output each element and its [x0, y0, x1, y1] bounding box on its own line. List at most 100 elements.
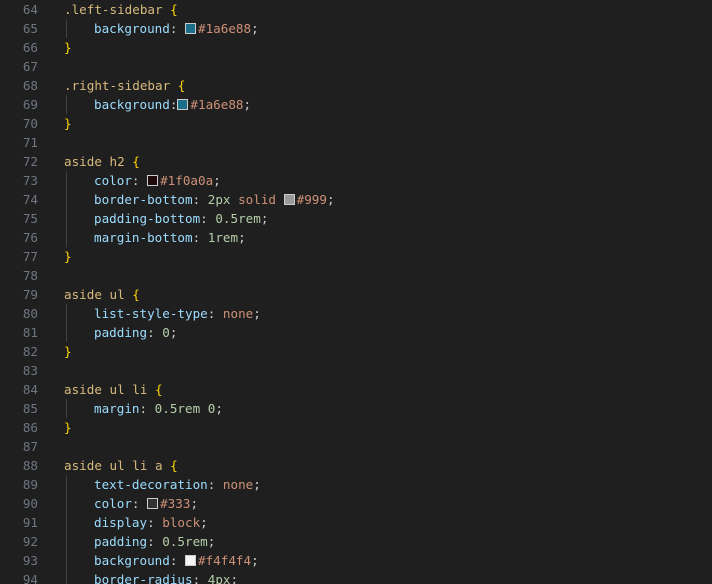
code-line[interactable]: 79 aside ul {: [0, 285, 712, 304]
code-token: :: [192, 192, 208, 207]
code-token: :: [139, 401, 155, 416]
indent-guide: [66, 399, 67, 418]
code-token: .right-sidebar: [64, 78, 178, 93]
code-line[interactable]: 77}: [0, 247, 712, 266]
indent-guide: [66, 570, 67, 584]
code-line[interactable]: 69 background: #1a6e88;: [0, 95, 712, 114]
code-lines[interactable]: 64 .left-sidebar {65 background: #1a6e88; 6…: [0, 0, 712, 584]
code-line[interactable]: 92 padding: 0.5rem;: [0, 532, 712, 551]
code-line[interactable]: 84 aside ul li {: [0, 380, 712, 399]
code-token: padding-bottom: [94, 211, 201, 226]
indent-guide: [66, 551, 67, 570]
code-line[interactable]: 80 list-style-type: none;: [0, 304, 712, 323]
code-line[interactable]: 71: [0, 133, 712, 152]
code-line[interactable]: 70}: [0, 114, 712, 133]
code-text[interactable]: .left-sidebar {: [64, 0, 178, 19]
code-token: :: [200, 211, 216, 226]
code-token: padding: [94, 325, 148, 340]
code-line[interactable]: 88 aside ul li a {: [0, 456, 712, 475]
code-text[interactable]: }: [64, 418, 72, 437]
code-line[interactable]: 66}: [0, 38, 712, 57]
code-token: block: [162, 515, 201, 530]
line-number: 91: [22, 515, 38, 530]
code-token: #f4f4f4: [198, 553, 252, 568]
code-text[interactable]: aside h2 {: [64, 152, 140, 171]
color-swatch-icon[interactable]: [283, 194, 295, 205]
code-text[interactable]: color: #333;: [94, 494, 198, 513]
line-number: 92: [22, 534, 38, 549]
code-text[interactable]: }: [64, 38, 72, 57]
code-text[interactable]: list-style-type: none;: [94, 304, 261, 323]
code-line[interactable]: 64 .left-sidebar {: [0, 0, 712, 19]
code-line[interactable]: 76 margin-bottom: 1rem;: [0, 228, 712, 247]
code-token: none: [222, 477, 254, 492]
code-text[interactable]: }: [64, 114, 72, 133]
code-line[interactable]: 89 text-decoration: none;: [0, 475, 712, 494]
code-token: 4px: [207, 572, 231, 584]
code-line[interactable]: 93 background: #f4f4f4;: [0, 551, 712, 570]
code-text[interactable]: display: block;: [94, 513, 208, 532]
code-text[interactable]: }: [64, 342, 72, 361]
code-line[interactable]: 83: [0, 361, 712, 380]
line-number: 83: [22, 363, 38, 378]
line-number: 90: [22, 496, 38, 511]
indent-guide: [66, 190, 67, 209]
color-swatch-icon[interactable]: [185, 555, 196, 566]
code-text[interactable]: .right-sidebar {: [64, 76, 185, 95]
code-line[interactable]: 82}: [0, 342, 712, 361]
color-swatch-icon[interactable]: [147, 498, 159, 509]
code-token: color: [94, 173, 132, 188]
code-text[interactable]: padding: 0;: [94, 323, 177, 342]
code-token: :: [147, 534, 163, 549]
code-editor[interactable]: 64 .left-sidebar {65 background: #1a6e88; 6…: [0, 0, 712, 584]
code-line[interactable]: 94 border-radius: 4px;: [0, 570, 712, 584]
code-text[interactable]: text-decoration: none;: [94, 475, 261, 494]
indent-guide: [66, 475, 67, 494]
code-text[interactable]: aside ul li a {: [64, 456, 178, 475]
code-text[interactable]: margin-bottom: 1rem;: [94, 228, 246, 247]
code-line[interactable]: 67: [0, 57, 712, 76]
code-text[interactable]: padding-bottom: 0.5rem;: [94, 209, 268, 228]
code-text[interactable]: }: [64, 247, 72, 266]
code-line[interactable]: 65 background: #1a6e88;: [0, 19, 712, 38]
code-text[interactable]: background: #1a6e88;: [94, 19, 259, 38]
code-line[interactable]: 75 padding-bottom: 0.5rem;: [0, 209, 712, 228]
code-text[interactable]: border-radius: 4px;: [94, 570, 238, 584]
code-line[interactable]: 73 color: #1f0a0a;: [0, 171, 712, 190]
code-token: #1a6e88: [190, 97, 244, 112]
code-line[interactable]: 90 color: #333;: [0, 494, 712, 513]
code-line[interactable]: 91 display: block;: [0, 513, 712, 532]
code-line[interactable]: 72 aside h2 {: [0, 152, 712, 171]
code-line[interactable]: 81 padding: 0;: [0, 323, 712, 342]
code-text[interactable]: aside ul {: [64, 285, 140, 304]
color-swatch-icon[interactable]: [185, 23, 196, 34]
indent-guide: [66, 171, 67, 190]
code-line[interactable]: 87: [0, 437, 712, 456]
code-line[interactable]: 86}: [0, 418, 712, 437]
code-line[interactable]: 85 margin: 0.5rem 0;: [0, 399, 712, 418]
code-line[interactable]: 74 border-bottom: 2px solid #999;: [0, 190, 712, 209]
code-text[interactable]: background: #f4f4f4;: [94, 551, 259, 570]
code-text[interactable]: background: #1a6e88;: [94, 95, 251, 114]
color-swatch-icon[interactable]: [177, 99, 189, 110]
code-line[interactable]: 78: [0, 266, 712, 285]
code-token: }: [64, 116, 72, 131]
code-text[interactable]: aside ul li {: [64, 380, 163, 399]
line-number: 65: [22, 21, 38, 36]
code-token: margin: [94, 401, 140, 416]
code-line[interactable]: 68 .right-sidebar {: [0, 76, 712, 95]
code-text[interactable]: border-bottom: 2px solid #999;: [94, 190, 335, 209]
code-token: 0.5rem: [162, 534, 208, 549]
indent-guide: [66, 228, 67, 247]
code-text[interactable]: padding: 0.5rem;: [94, 532, 215, 551]
line-number: 68: [22, 78, 38, 93]
line-number: 78: [22, 268, 38, 283]
color-swatch-icon[interactable]: [147, 175, 159, 186]
code-token: }: [64, 249, 72, 264]
code-text[interactable]: color: #1f0a0a;: [94, 171, 221, 190]
code-text[interactable]: margin: 0.5rem 0;: [94, 399, 223, 418]
code-token: #1a6e88: [198, 21, 252, 36]
line-number: 79: [22, 287, 38, 302]
line-number: 70: [22, 116, 38, 131]
